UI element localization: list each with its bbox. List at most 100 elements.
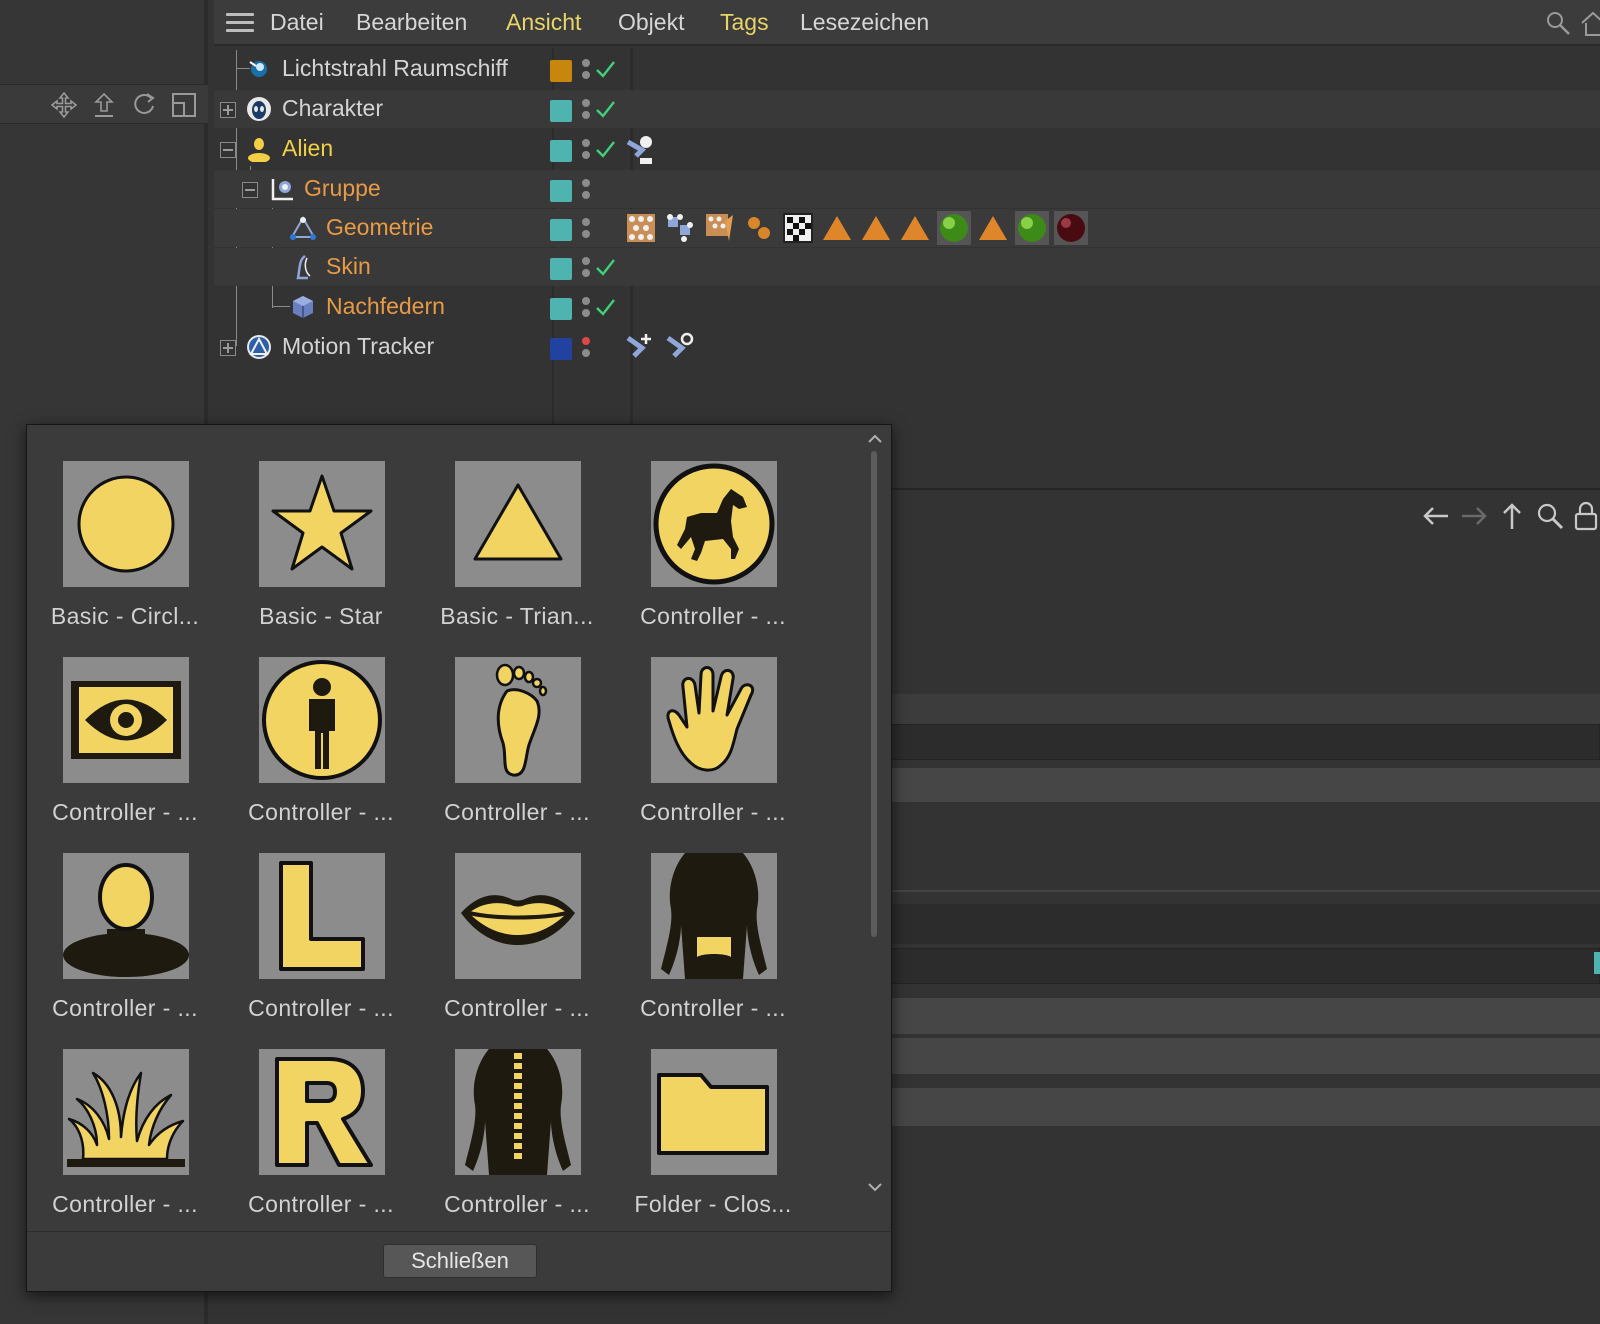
uvw-tag-icon[interactable] (781, 211, 815, 245)
menu-tags[interactable]: Tags (720, 9, 769, 36)
layer-color-swatch[interactable] (550, 60, 572, 82)
skin-icon (290, 254, 316, 280)
dark-red-material-tag-icon[interactable] (1054, 211, 1088, 245)
expand-toggle[interactable] (220, 102, 236, 118)
home-icon[interactable] (1580, 9, 1600, 37)
polygon-selection-tag-icon[interactable] (859, 211, 893, 245)
tree-row-label: Geometrie (326, 214, 434, 240)
lock-icon[interactable] (1570, 500, 1600, 532)
visibility-dots[interactable] (582, 139, 590, 163)
attribute-field[interactable] (890, 904, 1600, 944)
tree-row-geometrie[interactable]: Geometrie (214, 209, 1600, 247)
motion-tracker-icon (246, 334, 272, 360)
polygon-selection-tag-icon[interactable] (898, 211, 932, 245)
upload-icon[interactable] (90, 91, 118, 119)
scrollbar-thumb[interactable] (871, 451, 877, 937)
green-material-tag-icon[interactable] (937, 211, 971, 245)
tree-row-gruppe[interactable]: Gruppe (214, 170, 1600, 208)
layer-color-swatch[interactable] (550, 219, 572, 241)
horse-icon (651, 461, 777, 587)
icon-item-basic-star[interactable]: Basic - Star (223, 425, 407, 629)
icon-item-controller-hand[interactable]: Controller - ... (615, 621, 799, 825)
pose-morph-tag-icon[interactable] (703, 211, 737, 245)
attribute-field[interactable] (890, 724, 1600, 760)
polygon-selection-tag-icon[interactable] (976, 211, 1010, 245)
layer-color-swatch[interactable] (550, 180, 572, 202)
tree-row-lichtstrahl-raumschiff[interactable]: Lichtstrahl Raumschiff (214, 50, 1600, 88)
visibility-dots[interactable] (582, 99, 590, 123)
icon-item-controller-person[interactable]: Controller - ... (223, 621, 407, 825)
hand-icon (651, 657, 777, 783)
layer-color-swatch[interactable] (550, 100, 572, 122)
hamburger-menu-icon[interactable] (226, 13, 254, 33)
check-icon[interactable] (594, 296, 616, 318)
rotate-icon[interactable] (130, 91, 158, 119)
collapse-toggle[interactable] (220, 142, 236, 158)
visibility-dots[interactable] (582, 59, 590, 83)
back-arrow-icon[interactable] (1420, 500, 1452, 532)
visibility-dots[interactable] (582, 179, 590, 203)
icon-item-controller-spine[interactable]: Controller - ... (419, 1013, 603, 1217)
check-icon[interactable] (594, 256, 616, 278)
vertex-map-tag-icon[interactable] (664, 211, 698, 245)
weight-tag-icon[interactable] (624, 211, 658, 245)
person-icon (259, 657, 385, 783)
up-arrow-icon[interactable] (1496, 500, 1528, 532)
layer-color-swatch[interactable] (550, 298, 572, 320)
constraint-target-tag-icon[interactable] (664, 330, 698, 364)
constraint-add-tag-icon[interactable] (624, 330, 658, 364)
icon-item-controller-head[interactable]: Controller - ... (27, 817, 211, 1021)
tree-row-nachfedern[interactable]: Nachfedern (214, 288, 1600, 326)
close-button[interactable]: Schließen (383, 1244, 537, 1278)
layer-color-swatch[interactable] (550, 258, 572, 280)
attribute-field[interactable] (890, 948, 1600, 984)
icon-item-controller-grass[interactable]: Controller - ... (27, 1013, 211, 1217)
search-icon[interactable] (1544, 9, 1572, 37)
check-icon[interactable] (594, 58, 616, 80)
scrollbar[interactable] (871, 445, 879, 1211)
menu-datei[interactable]: Datei (270, 9, 324, 36)
layout-icon[interactable] (170, 91, 198, 119)
tree-row-motion-tracker[interactable]: Motion Tracker (214, 328, 1600, 366)
icon-item-controller-eye[interactable]: Controller - ... (27, 621, 211, 825)
tree-row-charakter[interactable]: Charakter (214, 90, 1600, 128)
polygon-selection-tag-icon[interactable] (820, 211, 854, 245)
move-icon[interactable] (50, 91, 78, 119)
icon-item-basic-triangle[interactable]: Basic - Trian... (419, 425, 603, 629)
menu-bearbeiten[interactable]: Bearbeiten (356, 9, 467, 36)
geometry-icon (290, 215, 316, 241)
icon-item-controller-lips[interactable]: Controller - ... (419, 817, 603, 1021)
icon-item-controller-horse[interactable]: Controller - ... (615, 425, 799, 629)
point-selection-tag-icon[interactable] (742, 211, 776, 245)
menu-lesezeichen[interactable]: Lesezeichen (800, 9, 929, 36)
layer-color-swatch[interactable] (550, 140, 572, 162)
check-icon[interactable] (594, 98, 616, 120)
search-icon[interactable] (1534, 500, 1566, 532)
icon-item-label: Folder - Clos... (634, 1191, 792, 1217)
tree-row-alien[interactable]: Alien (214, 130, 1600, 168)
icon-item-folder-closed[interactable]: Folder - Clos... (615, 1013, 799, 1217)
icon-item-controller-l[interactable]: Controller - ... (223, 817, 407, 1021)
visibility-dots[interactable] (582, 218, 590, 242)
layer-color-swatch[interactable] (550, 338, 572, 360)
icon-item-controller-hips[interactable]: Controller - ... (615, 817, 799, 1021)
menu-ansicht[interactable]: Ansicht (506, 9, 581, 36)
tree-row-skin[interactable]: Skin (214, 248, 1600, 286)
hips-icon (651, 853, 777, 979)
menu-objekt[interactable]: Objekt (618, 9, 684, 36)
visibility-dots[interactable] (582, 337, 590, 361)
tree-row-label: Lichtstrahl Raumschiff (282, 55, 508, 81)
visibility-dots[interactable] (582, 257, 590, 281)
green-material-tag-icon[interactable] (1015, 211, 1049, 245)
character-tag-icon[interactable] (624, 132, 658, 166)
icon-item-controller-foot[interactable]: Controller - ... (419, 621, 603, 825)
tree-row-label: Gruppe (304, 175, 381, 201)
check-icon[interactable] (594, 138, 616, 160)
expand-toggle[interactable] (220, 340, 236, 356)
collapse-toggle[interactable] (242, 182, 258, 198)
icon-item-controller-r[interactable]: Controller - ... (223, 1013, 407, 1217)
forward-arrow-icon[interactable] (1458, 500, 1490, 532)
scroll-down-icon[interactable] (865, 1177, 885, 1197)
visibility-dots[interactable] (582, 297, 590, 321)
icon-item-basic-circle[interactable]: Basic - Circl... (27, 425, 211, 629)
